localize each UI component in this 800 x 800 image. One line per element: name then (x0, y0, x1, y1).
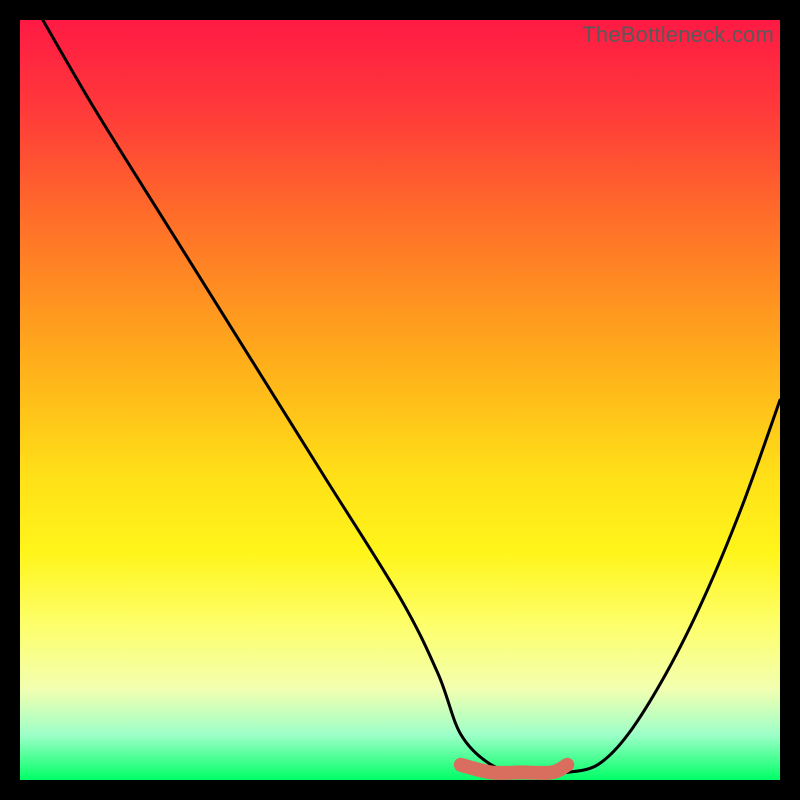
chart-svg (20, 20, 780, 780)
plot-area: TheBottleneck.com (20, 20, 780, 780)
bottleneck-curve-path (43, 20, 780, 773)
flat-marker-path (461, 765, 567, 773)
